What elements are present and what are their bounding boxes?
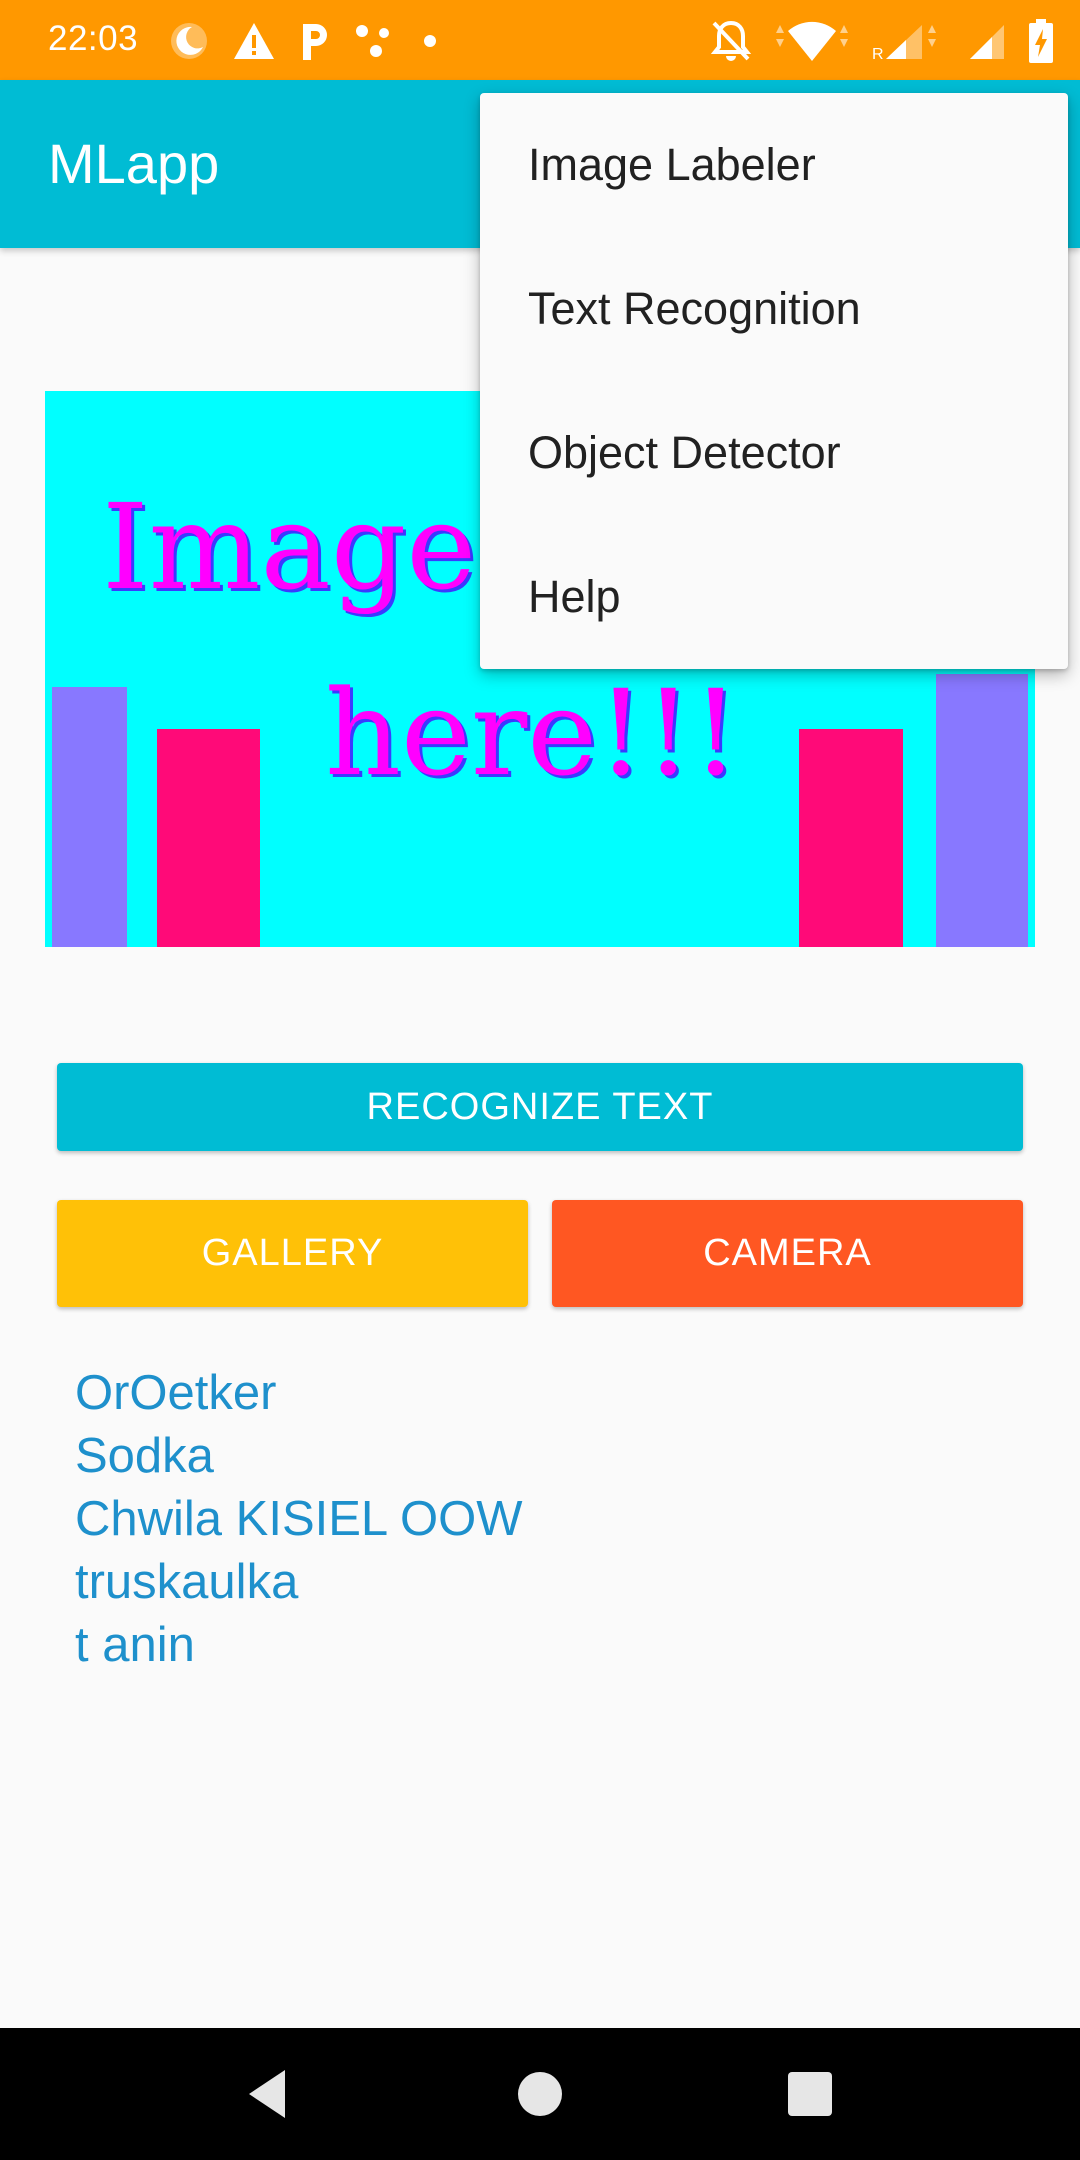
recognized-line: t anin: [75, 1618, 195, 1672]
svg-text:R: R: [872, 46, 884, 63]
recognized-text: OrOetker Sodka Chwila KISIEL OOW truskau…: [75, 1362, 522, 1677]
navigation-bar: [0, 2028, 1080, 2160]
dot-icon: [424, 35, 436, 47]
recognized-line: Sodka: [75, 1429, 214, 1483]
warning-icon: [234, 23, 274, 59]
recognized-line: truskaulka: [75, 1555, 299, 1609]
status-bar: 22:03 R: [0, 0, 1080, 80]
preview-line1: Image: [102, 478, 476, 616]
menu-item-help[interactable]: Help: [480, 525, 1068, 669]
back-icon[interactable]: [235, 2060, 303, 2128]
status-icons-left: [168, 18, 442, 64]
home-icon[interactable]: [506, 2060, 574, 2128]
status-time: 22:03: [48, 19, 139, 58]
menu-item-text-recognition[interactable]: Text Recognition: [480, 237, 1068, 381]
overflow-menu: Image Labeler Text Recognition Object De…: [480, 93, 1068, 669]
gallery-button[interactable]: GALLERY: [57, 1200, 528, 1307]
wifi-icon: [776, 21, 848, 61]
preview-bar-left-inner: [157, 729, 260, 947]
preview-bar-right-outer: [936, 674, 1028, 947]
app-title: MLapp: [48, 132, 220, 195]
battery-charging-icon: [1029, 19, 1053, 63]
dots-icon: [356, 25, 389, 57]
notifications-off-icon: [710, 20, 752, 61]
recognize-text-button[interactable]: RECOGNIZE TEXT: [57, 1063, 1023, 1151]
status-icons-right: R: [710, 18, 1054, 64]
signal-roaming-icon: R: [872, 25, 936, 63]
recognized-line: Chwila KISIEL OOW: [75, 1492, 523, 1546]
preview-bar-right-inner: [799, 729, 903, 947]
recognized-line: OrOetker: [75, 1366, 277, 1420]
preview-bar-left-outer: [52, 687, 127, 947]
preview-line2: here!!!: [325, 664, 739, 802]
menu-item-image-labeler[interactable]: Image Labeler: [480, 93, 1068, 237]
parking-p-icon: [303, 24, 327, 60]
camera-button[interactable]: CAMERA: [552, 1200, 1023, 1307]
signal-icon: [970, 25, 1004, 59]
menu-item-object-detector[interactable]: Object Detector: [480, 381, 1068, 525]
moon-icon: [171, 23, 207, 59]
recents-icon[interactable]: [776, 2060, 844, 2128]
